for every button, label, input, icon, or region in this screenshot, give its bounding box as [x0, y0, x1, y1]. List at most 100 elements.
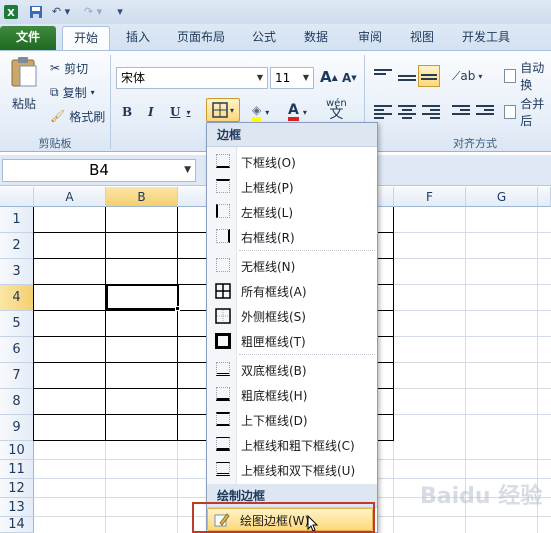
tab-formulas[interactable]: 公式: [244, 26, 284, 50]
copy-label: 复制: [62, 85, 87, 100]
menu-item-label: 右框线(R): [241, 231, 295, 245]
excel-icon: X: [3, 3, 19, 20]
menu-item-top-double-bottom-border[interactable]: 上框线和双下框线(U): [207, 458, 377, 482]
align-left-icon[interactable]: [374, 105, 392, 119]
top-border-icon: [216, 179, 230, 193]
wrap-text-button[interactable]: 自动换: [504, 61, 551, 92]
gridline: [105, 440, 106, 533]
menu-item-top-thick-bottom-border[interactable]: 上框线和粗下框线(C): [207, 433, 377, 457]
italic-button[interactable]: I: [148, 103, 154, 121]
font-color-button[interactable]: A ▾: [288, 101, 307, 123]
gridline: [394, 388, 551, 389]
font-name-combo[interactable]: 宋体 ▼: [116, 67, 268, 89]
svg-text:X: X: [7, 8, 15, 19]
menu-item-left-border[interactable]: 左框线(L): [207, 200, 377, 224]
tab-insert[interactable]: 插入: [116, 26, 160, 50]
chevron-down-icon: ▾: [478, 71, 483, 81]
menu-item-bottom-border[interactable]: 下框线(O): [207, 150, 377, 174]
column-header-f[interactable]: F: [394, 187, 466, 207]
menu-item-right-border[interactable]: 右框线(R): [207, 225, 377, 249]
align-top-icon[interactable]: [374, 69, 392, 83]
redo-icon[interactable]: ↷ ▾: [82, 3, 104, 20]
tab-file[interactable]: 文件: [0, 26, 56, 50]
row-header-13[interactable]: 13: [0, 498, 34, 517]
wrap-text-label: 自动换: [520, 61, 545, 92]
cut-button[interactable]: ✂ 剪切: [50, 59, 88, 77]
borders-button[interactable]: ▾: [206, 98, 240, 122]
save-icon[interactable]: [28, 3, 44, 20]
paste-label: 粘贴: [11, 97, 36, 111]
paste-button[interactable]: 粘贴: [6, 55, 42, 125]
phonetic-icon: 文: [329, 106, 344, 122]
no-border-icon: [216, 258, 230, 272]
cell-border: [393, 207, 394, 441]
active-cell-b4[interactable]: [106, 284, 179, 310]
column-header-a[interactable]: A: [34, 187, 106, 207]
column-header-h[interactable]: [538, 187, 551, 207]
phonetic-button[interactable]: wén 文: [326, 99, 347, 123]
tab-home[interactable]: 开始: [62, 26, 110, 50]
menu-item-outside-borders[interactable]: 外侧框线(S): [207, 304, 377, 328]
menu-item-thick-bottom-border[interactable]: 粗底框线(H): [207, 383, 377, 407]
shrink-font-icon: ▼: [351, 74, 357, 82]
top-bottom-border-icon: [216, 412, 230, 426]
row-header-4[interactable]: 4: [0, 285, 34, 311]
shrink-font-button[interactable]: A ▼: [342, 69, 357, 87]
menu-item-label: 外侧框线(S): [241, 310, 306, 324]
bold-button[interactable]: B: [122, 103, 132, 121]
align-right-icon[interactable]: [422, 105, 440, 119]
fill-handle[interactable]: [175, 306, 180, 311]
row-header-2[interactable]: 2: [0, 233, 34, 259]
column-header-g[interactable]: G: [466, 187, 538, 207]
annotation-highlight-box: [192, 502, 375, 533]
merge-center-button[interactable]: 合并后: [504, 97, 551, 128]
increase-indent-icon[interactable]: [476, 105, 494, 119]
menu-item-no-border[interactable]: 无框线(N): [207, 254, 377, 278]
menu-item-thick-box-border[interactable]: 粗匣框线(T): [207, 329, 377, 353]
row-header-11[interactable]: 11: [0, 460, 34, 479]
top-double-bottom-border-icon: [216, 462, 230, 476]
font-size-combo[interactable]: 11 ▼: [270, 67, 314, 89]
orientation-button[interactable]: ⟋ab ▾: [452, 67, 482, 85]
row-header-1[interactable]: 1: [0, 207, 34, 233]
menu-item-top-border[interactable]: 上框线(P): [207, 175, 377, 199]
row-header-7[interactable]: 7: [0, 363, 34, 389]
undo-icon[interactable]: ↶ ▾: [50, 3, 72, 20]
decrease-indent-icon[interactable]: [452, 105, 470, 119]
column-header-b[interactable]: B: [106, 187, 178, 207]
menu-item-top-bottom-border[interactable]: 上下框线(D): [207, 408, 377, 432]
row-header-8[interactable]: 8: [0, 389, 34, 415]
tab-data[interactable]: 数据: [296, 26, 336, 50]
row-header-3[interactable]: 3: [0, 259, 34, 285]
format-painter-button[interactable]: 🖌 格式刷: [50, 107, 105, 125]
gridline: [394, 336, 551, 337]
chevron-down-icon: ▼: [184, 165, 191, 175]
align-middle-icon[interactable]: [398, 71, 416, 85]
tab-developer[interactable]: 开发工具: [454, 26, 518, 50]
tab-review[interactable]: 审阅: [350, 26, 390, 50]
align-bottom-icon[interactable]: [418, 65, 440, 87]
row-header-6[interactable]: 6: [0, 337, 34, 363]
fill-color-button[interactable]: ◈ ▾: [252, 101, 269, 123]
row-header-14[interactable]: 14: [0, 517, 34, 533]
cell-border: [177, 207, 178, 441]
name-box[interactable]: B4 ▼: [2, 159, 196, 182]
tab-page-layout[interactable]: 页面布局: [168, 26, 234, 50]
align-center-icon[interactable]: [398, 105, 416, 119]
customize-qat-icon[interactable]: ▾: [114, 3, 126, 20]
row-header-10[interactable]: 10: [0, 441, 34, 460]
row-header-5[interactable]: 5: [0, 311, 34, 337]
row-header-9[interactable]: 9: [0, 415, 34, 441]
underline-button[interactable]: U ▾: [170, 103, 190, 121]
grow-font-button[interactable]: A ▲: [320, 67, 338, 87]
select-all-corner[interactable]: [0, 187, 34, 207]
shrink-font-label: A: [342, 71, 352, 85]
menu-item-label: 无框线(N): [241, 260, 296, 274]
row-header-12[interactable]: 12: [0, 479, 34, 498]
tab-view[interactable]: 视图: [402, 26, 442, 50]
menu-item-double-bottom-border[interactable]: 双底框线(B): [207, 358, 377, 382]
menu-item-all-borders[interactable]: 所有框线(A): [207, 279, 377, 303]
copy-button[interactable]: ⧉ 复制 ▾: [50, 83, 95, 101]
cell-border: [105, 207, 106, 441]
paint-bucket-icon: ◈: [252, 103, 262, 121]
